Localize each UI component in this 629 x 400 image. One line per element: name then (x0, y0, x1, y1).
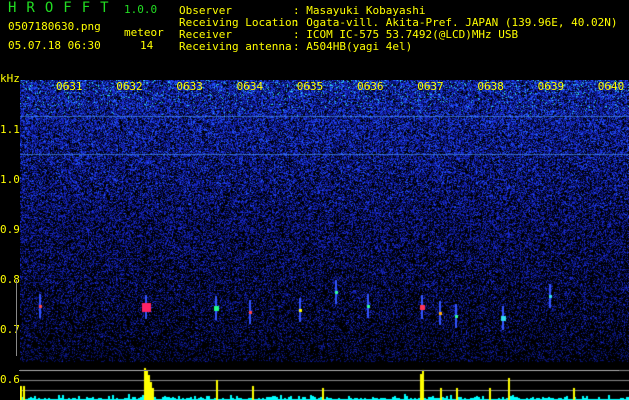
info-label: Receiving antenna (179, 40, 292, 53)
time-label: 0632 (116, 80, 143, 93)
antenna-value: A504HB(yagi 4el) (306, 40, 413, 53)
time-label: 0633 (176, 80, 203, 93)
threshold-line (19, 370, 619, 371)
y-axis-unit: kHz (0, 72, 20, 85)
y-axis-line (16, 280, 17, 356)
spectrogram-waterfall (20, 80, 629, 400)
time-label: 0634 (236, 80, 264, 93)
meteor-count: 14 (140, 39, 154, 52)
file-name: 0507180630.png (8, 20, 101, 33)
y-axis-label: 1.1 (0, 123, 20, 136)
time-label: 0636 (357, 80, 384, 93)
time-label: 0640 (597, 80, 625, 93)
time-label: 0637 (417, 80, 444, 93)
meteor-label: meteor (124, 26, 164, 39)
time-label: 0631 (56, 80, 83, 93)
y-axis-label: 0.6 (0, 373, 20, 386)
time-label: 0638 (477, 80, 504, 93)
file-datetime: 05.07.18 06:30 (8, 39, 101, 52)
info-value: : A504HB(yagi 4el) (293, 40, 413, 53)
app-version: 1.0.0 (124, 3, 158, 16)
time-label: 0639 (537, 80, 565, 93)
y-axis-label: 1.0 (0, 173, 20, 186)
time-label: 0635 (296, 80, 324, 93)
y-axis-label: 0.9 (0, 223, 20, 236)
app-title: HROFFT (8, 0, 119, 16)
